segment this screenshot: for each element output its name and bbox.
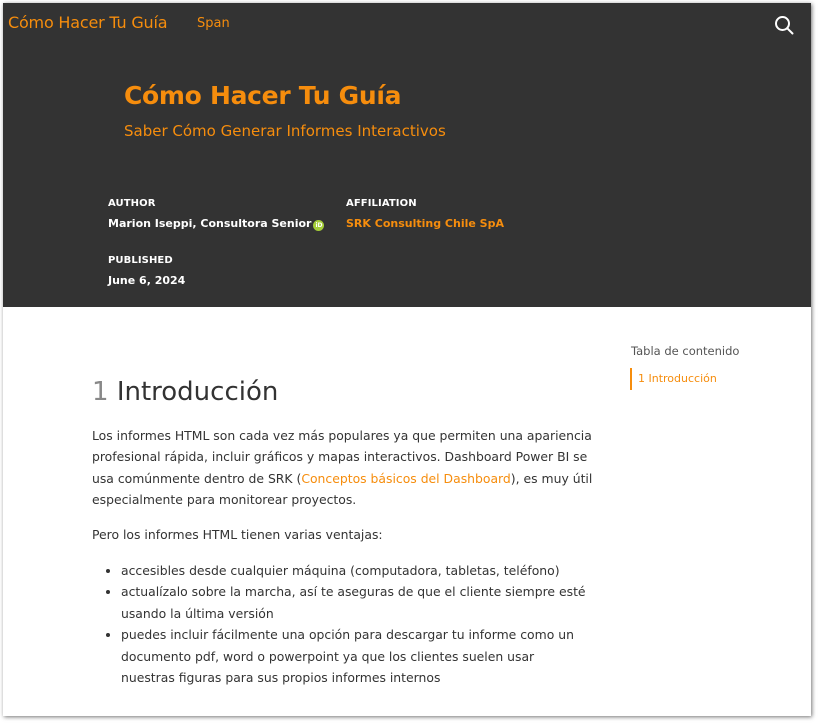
section-heading: 1 Introducción	[92, 377, 278, 407]
list-item: actualízalo sobre la marcha, así te aseg…	[121, 581, 591, 624]
advantages-intro: Pero los informes HTML tienen varias ven…	[92, 527, 383, 542]
section-heading-text: Introducción	[116, 377, 279, 407]
advantages-list: accesibles desde cualquier máquina (comp…	[103, 560, 591, 688]
author-name: Marion Iseppi, Consultora Senior iD	[108, 217, 325, 231]
intro-paragraph: Los informes HTML son cada vez más popul…	[92, 425, 597, 511]
page-subtitle: Saber Cómo Generar Informes Interactivos	[124, 122, 446, 140]
affiliation-label: AFFILIATION	[346, 198, 417, 209]
toc-item-introduccion[interactable]: 1 Introducción	[630, 368, 717, 390]
list-item: puedes incluir fácilmente una opción par…	[121, 624, 591, 688]
navbar: Cómo Hacer Tu Guía Span	[3, 3, 811, 45]
toc-title: Tabla de contenido	[631, 344, 740, 358]
published-date: June 6, 2024	[108, 274, 186, 287]
orcid-icon[interactable]: iD	[313, 220, 325, 231]
title-banner: Cómo Hacer Tu Guía Span Cómo Hacer Tu Gu…	[3, 3, 811, 307]
search-icon[interactable]	[773, 14, 795, 36]
page-title: Cómo Hacer Tu Guía	[124, 81, 402, 110]
author-label: AUTHOR	[108, 198, 156, 209]
published-label: PUBLISHED	[108, 255, 173, 266]
author-text: Marion Iseppi, Consultora Senior	[108, 217, 312, 230]
affiliation-link[interactable]: SRK Consulting Chile SpA	[346, 217, 504, 230]
browser-page: Cómo Hacer Tu Guía Span Cómo Hacer Tu Gu…	[3, 3, 811, 716]
dashboard-concepts-link[interactable]: Conceptos básicos del Dashboard	[301, 471, 510, 486]
nav-link-span[interactable]: Span	[197, 16, 230, 31]
section-number: 1	[92, 377, 109, 407]
list-item: accesibles desde cualquier máquina (comp…	[121, 560, 591, 581]
navbar-brand[interactable]: Cómo Hacer Tu Guía	[8, 13, 168, 32]
